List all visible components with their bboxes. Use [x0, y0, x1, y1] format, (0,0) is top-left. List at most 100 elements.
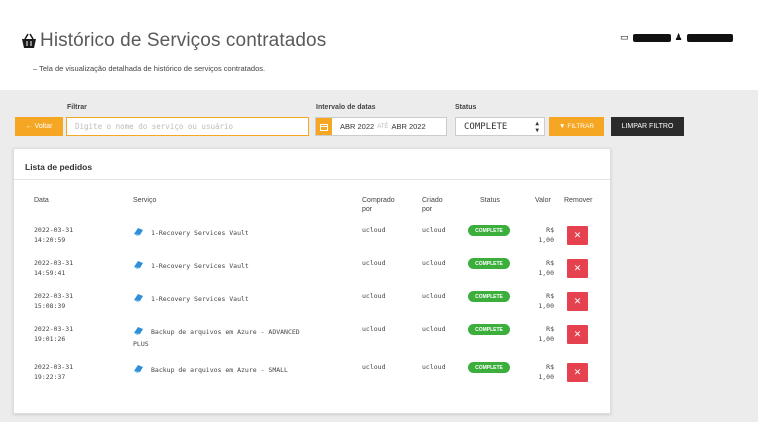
row-bought-by: ucloud: [362, 292, 386, 300]
remove-button[interactable]: ✕: [567, 325, 588, 344]
row-service: 1-Recovery Services Vault: [133, 227, 353, 239]
close-icon: ✕: [573, 296, 582, 307]
table-row: 2022-03-31 19:01:26 Backup de arquivos e…: [14, 324, 610, 357]
row-bought-by: ucloud: [362, 363, 386, 371]
remove-button[interactable]: ✕: [567, 259, 588, 278]
back-button[interactable]: ← Voltar: [15, 117, 63, 136]
user-menu[interactable]: ▭ ♟: [620, 33, 733, 43]
row-time: 14:20:59: [34, 236, 66, 244]
row-date: 2022-03-31: [34, 292, 74, 300]
row-created-by: ucloud: [422, 259, 446, 267]
cloud-service-icon: [134, 365, 143, 373]
row-service: Backup de arquivos em Azure - SMALL: [133, 364, 353, 376]
user-card-icon: ▭: [620, 33, 629, 43]
redacted-user-info: [632, 34, 671, 42]
row-bought-by: ucloud: [362, 259, 386, 267]
row-service: 1-Recovery Services Vault: [133, 260, 353, 272]
filter-button-label: FILTRAR: [567, 123, 595, 130]
chevron-down-icon: ▲ ▼: [535, 119, 539, 134]
row-service-name: Backup de arquivos em Azure - SMALL: [151, 366, 288, 374]
date-range-picker[interactable]: ABR 2022 ATÉ ABR 2022: [315, 117, 447, 136]
status-select-value: COMPLETE: [464, 121, 508, 132]
orders-card: Lista de pedidos Data Serviço Comprado p…: [13, 148, 611, 414]
divider: [14, 179, 610, 180]
status-label: Status: [455, 104, 477, 111]
status-badge: COMPLETE: [468, 362, 510, 373]
filter-label: Filtrar: [67, 104, 87, 111]
date-separator: ATÉ: [377, 123, 389, 130]
status-select[interactable]: COMPLETE ▲ ▼: [455, 117, 545, 136]
row-time: 14:59:41: [34, 269, 66, 277]
redacted-user-name: [686, 34, 733, 42]
title-row: Histórico de Serviços contratados: [20, 30, 326, 52]
date-end: ABR 2022: [391, 122, 426, 131]
search-input[interactable]: Digite o nome do serviço ou usuário: [66, 117, 309, 136]
row-amount: 1,00: [538, 236, 554, 244]
row-amount: 1,00: [538, 269, 554, 277]
column-header-remove: Remover: [564, 197, 593, 204]
row-amount: 1,00: [538, 335, 554, 343]
page-header: Histórico de Serviços contratados – Tela…: [0, 0, 758, 90]
search-placeholder: Digite o nome do serviço ou usuário: [75, 122, 234, 131]
status-badge: COMPLETE: [468, 225, 510, 236]
close-icon: ✕: [573, 263, 582, 274]
table-row: 2022-03-31 15:08:39 1-Recovery Services …: [14, 291, 610, 324]
table-row: 2022-03-31 14:20:59 1-Recovery Services …: [14, 225, 610, 258]
filter-icon: ▼: [558, 123, 566, 130]
date-start: ABR 2022: [340, 122, 375, 131]
row-created-by: ucloud: [422, 325, 446, 333]
table-row: 2022-03-31 14:59:41 1-Recovery Services …: [14, 258, 610, 291]
filter-button[interactable]: ▼ FILTRAR: [549, 117, 604, 136]
row-currency: R$: [546, 259, 554, 267]
row-date: 2022-03-31: [34, 226, 74, 234]
row-service-name: 1-Recovery Services Vault: [151, 262, 249, 270]
cloud-service-icon: [134, 294, 143, 302]
close-icon: ✕: [573, 367, 582, 378]
row-service-name: 1-Recovery Services Vault: [151, 229, 249, 237]
orders-title: Lista de pedidos: [25, 162, 93, 172]
close-icon: ✕: [573, 230, 582, 241]
remove-button[interactable]: ✕: [567, 363, 588, 382]
calendar-icon: [316, 118, 332, 135]
column-header-bought-by: Comprado por: [362, 197, 395, 213]
column-header-value: Valor: [535, 197, 551, 204]
row-service-name: Backup de arquivos em Azure - ADVANCED P…: [133, 328, 300, 348]
row-service: 1-Recovery Services Vault: [133, 293, 353, 305]
row-date: 2022-03-31: [34, 259, 74, 267]
row-currency: R$: [546, 325, 554, 333]
row-currency: R$: [546, 226, 554, 234]
row-created-by: ucloud: [422, 292, 446, 300]
status-badge: COMPLETE: [468, 291, 510, 302]
remove-button[interactable]: ✕: [567, 226, 588, 245]
column-header-date: Data: [34, 197, 49, 204]
remove-button[interactable]: ✕: [567, 292, 588, 311]
column-header-service: Serviço: [133, 197, 157, 204]
cloud-service-icon: [134, 228, 143, 236]
column-header-status: Status: [480, 197, 500, 204]
close-icon: ✕: [573, 329, 582, 340]
column-header-created-by: Criado por: [422, 197, 443, 213]
row-created-by: ucloud: [422, 363, 446, 371]
row-created-by: ucloud: [422, 226, 446, 234]
row-currency: R$: [546, 292, 554, 300]
row-date: 2022-03-31: [34, 325, 74, 333]
row-date: 2022-03-31: [34, 363, 74, 371]
row-bought-by: ucloud: [362, 325, 386, 333]
row-bought-by: ucloud: [362, 226, 386, 234]
shopping-basket-icon: [22, 33, 36, 48]
clear-filter-button[interactable]: LIMPAR FILTRO: [611, 117, 684, 136]
page-title: Histórico de Serviços contratados: [40, 30, 327, 51]
row-service-name: 1-Recovery Services Vault: [151, 295, 249, 303]
filter-bar: Filtrar Intervalo de datas Status ← Volt…: [0, 100, 758, 140]
row-time: 19:01:26: [34, 335, 66, 343]
row-amount: 1,00: [538, 302, 554, 310]
row-time: 19:22:37: [34, 373, 66, 381]
cloud-service-icon: [134, 327, 143, 335]
status-badge: COMPLETE: [468, 324, 510, 335]
row-amount: 1,00: [538, 373, 554, 381]
row-time: 15:08:39: [34, 302, 66, 310]
user-icon: ♟: [674, 33, 683, 43]
date-range-label: Intervalo de datas: [316, 104, 376, 111]
row-service: Backup de arquivos em Azure - ADVANCED P…: [133, 326, 308, 350]
table-row: 2022-03-31 19:22:37 Backup de arquivos e…: [14, 362, 610, 395]
